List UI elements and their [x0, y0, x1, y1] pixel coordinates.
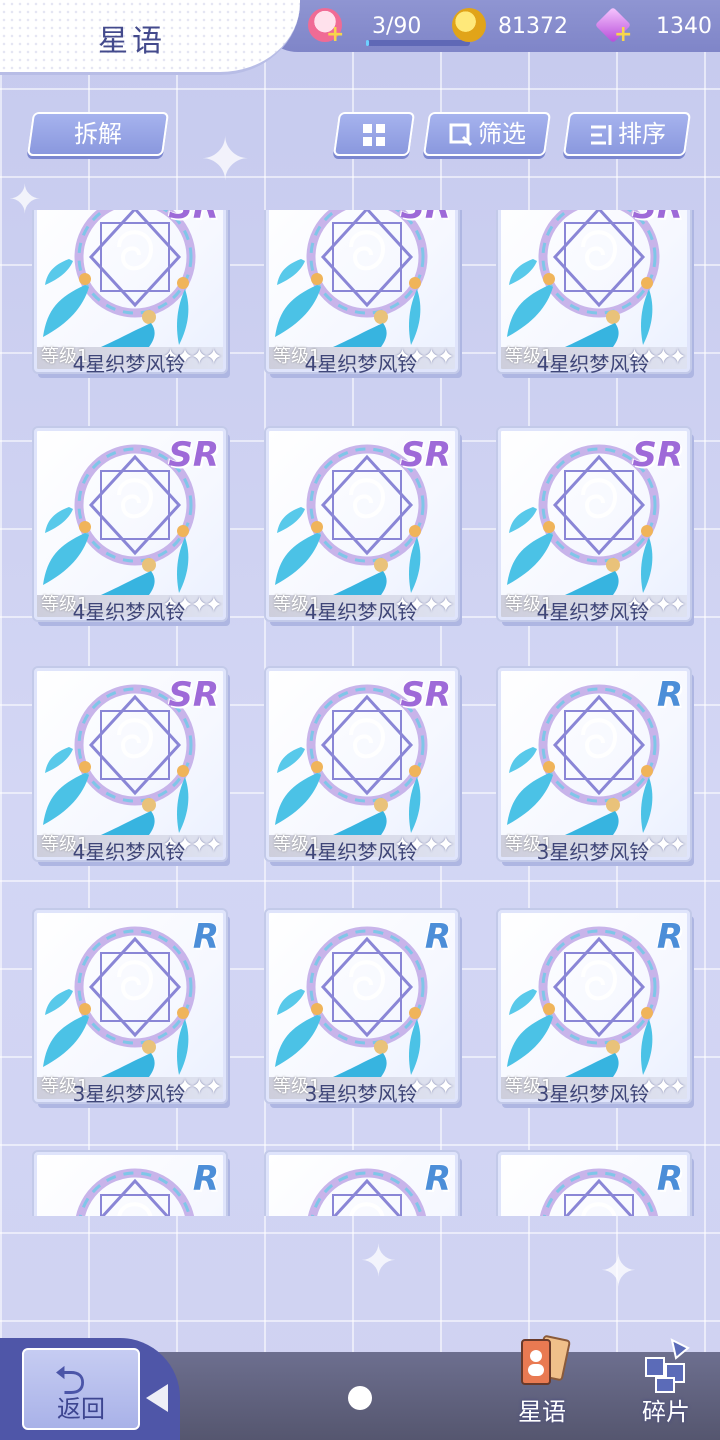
rarity-badge: SR: [168, 435, 219, 475]
tab-xingyu[interactable]: 星语: [502, 1334, 582, 1434]
sparkle-decoration: ✦: [600, 1246, 637, 1297]
item-name: 4星织梦风铃: [72, 840, 186, 864]
add-stamina-icon[interactable]: +: [326, 24, 344, 46]
rarity-badge: SR: [632, 210, 683, 227]
item-name: 3星织梦风铃: [304, 1082, 418, 1106]
item-card[interactable]: SR等级1✦✦✦✦4星织梦风铃: [498, 210, 692, 376]
filter-content: 筛选: [448, 114, 526, 154]
coin-value: 81372: [498, 14, 568, 39]
rarity-badge: R: [656, 675, 683, 715]
item-name: 4星织梦风铃: [304, 600, 418, 624]
filter-button[interactable]: 筛选: [422, 112, 552, 156]
item-card[interactable]: R: [266, 1152, 460, 1216]
rarity-badge: SR: [168, 675, 219, 715]
stamina-value: 3/90: [372, 14, 422, 39]
item-card[interactable]: R 等级1 ✦✦✦ 3星织梦风铃: [498, 910, 692, 1106]
item-name: 4星织梦风铃: [72, 352, 186, 376]
rarity-badge: SR: [400, 435, 451, 475]
item-name: 4星织梦风铃: [536, 352, 650, 376]
item-frame: SR等级1✦✦✦✦: [498, 428, 690, 620]
top-header: + 3/90 81372 + 1340 星语: [0, 0, 720, 76]
disassemble-button[interactable]: 拆解: [26, 112, 170, 156]
item-name: 4星织梦风铃: [304, 352, 418, 376]
tab-xingyu-label: 星语: [518, 1398, 566, 1426]
item-frame: R 等级1 ✦✦✦: [498, 910, 690, 1102]
rarity-badge: SR: [168, 210, 219, 227]
title-plate: 星语: [0, 0, 300, 75]
dreamcatcher-illustration: [507, 210, 660, 347]
filter-icon: [449, 123, 473, 147]
disassemble-label: 拆解: [74, 120, 122, 148]
back-button[interactable]: ⮌ 返回: [22, 1348, 140, 1430]
item-card[interactable]: R 等级1 ✦✦✦ 3星织梦风铃: [498, 668, 692, 864]
sort-icon: [591, 125, 612, 145]
item-card[interactable]: SR等级1✦✦✦✦4星织梦风铃: [266, 210, 460, 376]
item-frame: R 等级1 ✦✦✦: [266, 910, 458, 1102]
cards-icon: [521, 1335, 571, 1385]
sort-button[interactable]: 排序: [562, 112, 692, 156]
item-frame: SR等级1✦✦✦✦: [34, 428, 226, 620]
rarity-badge: SR: [400, 675, 451, 715]
rarity-badge: SR: [400, 210, 451, 227]
item-frame: R: [34, 1152, 226, 1216]
resource-bar: + 3/90 81372 + 1340: [258, 0, 720, 52]
rarity-badge: R: [424, 1159, 451, 1199]
item-card[interactable]: SR等级1✦✦✦✦4星织梦风铃: [34, 668, 228, 864]
item-card[interactable]: SR等级1✦✦✦✦4星织梦风铃: [266, 428, 460, 624]
add-crystal-icon[interactable]: +: [614, 24, 632, 46]
rarity-badge: R: [656, 917, 683, 957]
item-card[interactable]: R: [498, 1152, 692, 1216]
item-grid[interactable]: SR等级1✦✦✦✦4星织梦风铃SR等级1✦✦✦✦4星织梦风铃SR等级1✦✦✦✦4…: [0, 210, 720, 1216]
item-frame: SR等级1✦✦✦✦: [266, 668, 458, 860]
item-name: 3星织梦风铃: [72, 1082, 186, 1106]
item-frame: SR等级1✦✦✦✦: [34, 668, 226, 860]
grid-view-button[interactable]: [332, 112, 416, 156]
system-back-icon[interactable]: [146, 1384, 168, 1412]
rarity-badge: SR: [632, 435, 683, 475]
dreamcatcher-illustration: [275, 210, 428, 347]
dreamcatcher-illustration: [43, 210, 196, 347]
item-card[interactable]: R: [34, 1152, 228, 1216]
tab-fragments[interactable]: 碎片: [626, 1334, 706, 1434]
item-card[interactable]: R 等级1 ✦✦✦ 3星织梦风铃: [34, 910, 228, 1106]
item-frame: SR等级1✦✦✦✦: [266, 428, 458, 620]
grid-view-icon: [360, 114, 388, 154]
item-name: 3星织梦风铃: [536, 1082, 650, 1106]
filter-label: 筛选: [478, 120, 526, 148]
item-name: 4星织梦风铃: [536, 600, 650, 624]
sparkle-decoration: ✦: [200, 125, 251, 195]
item-card[interactable]: SR等级1✦✦✦✦4星织梦风铃: [34, 210, 228, 376]
item-card[interactable]: R 等级1 ✦✦✦ 3星织梦风铃: [266, 910, 460, 1106]
coin-resource: 81372: [452, 8, 582, 46]
item-card[interactable]: SR等级1✦✦✦✦4星织梦风铃: [34, 428, 228, 624]
gold-coin-icon: [452, 8, 486, 42]
tab-fragments-label: 碎片: [642, 1398, 690, 1426]
item-name: 3星织梦风铃: [536, 840, 650, 864]
rarity-badge: R: [192, 1159, 219, 1199]
back-label: 返回: [57, 1395, 105, 1423]
puzzle-pieces-icon: [645, 1338, 690, 1393]
sort-content: 排序: [588, 114, 666, 154]
item-name: 4星织梦风铃: [72, 600, 186, 624]
crystal-value: 1340: [656, 14, 712, 39]
rarity-badge: R: [424, 917, 451, 957]
system-home-icon[interactable]: [348, 1386, 372, 1410]
item-card[interactable]: SR等级1✦✦✦✦4星织梦风铃: [266, 668, 460, 864]
sort-label: 排序: [618, 120, 666, 148]
rarity-badge: R: [192, 917, 219, 957]
item-frame: R: [266, 1152, 458, 1216]
item-frame: R 等级1 ✦✦✦: [498, 668, 690, 860]
rarity-badge: R: [656, 1159, 683, 1199]
item-name: 4星织梦风铃: [304, 840, 418, 864]
item-frame: R 等级1 ✦✦✦: [34, 910, 226, 1102]
item-card[interactable]: SR等级1✦✦✦✦4星织梦风铃: [498, 428, 692, 624]
item-frame: R: [498, 1152, 690, 1216]
crystal-resource[interactable]: + 1340: [594, 6, 720, 46]
page-title: 星语: [98, 24, 166, 59]
sparkle-decoration: ✦: [360, 1236, 397, 1287]
